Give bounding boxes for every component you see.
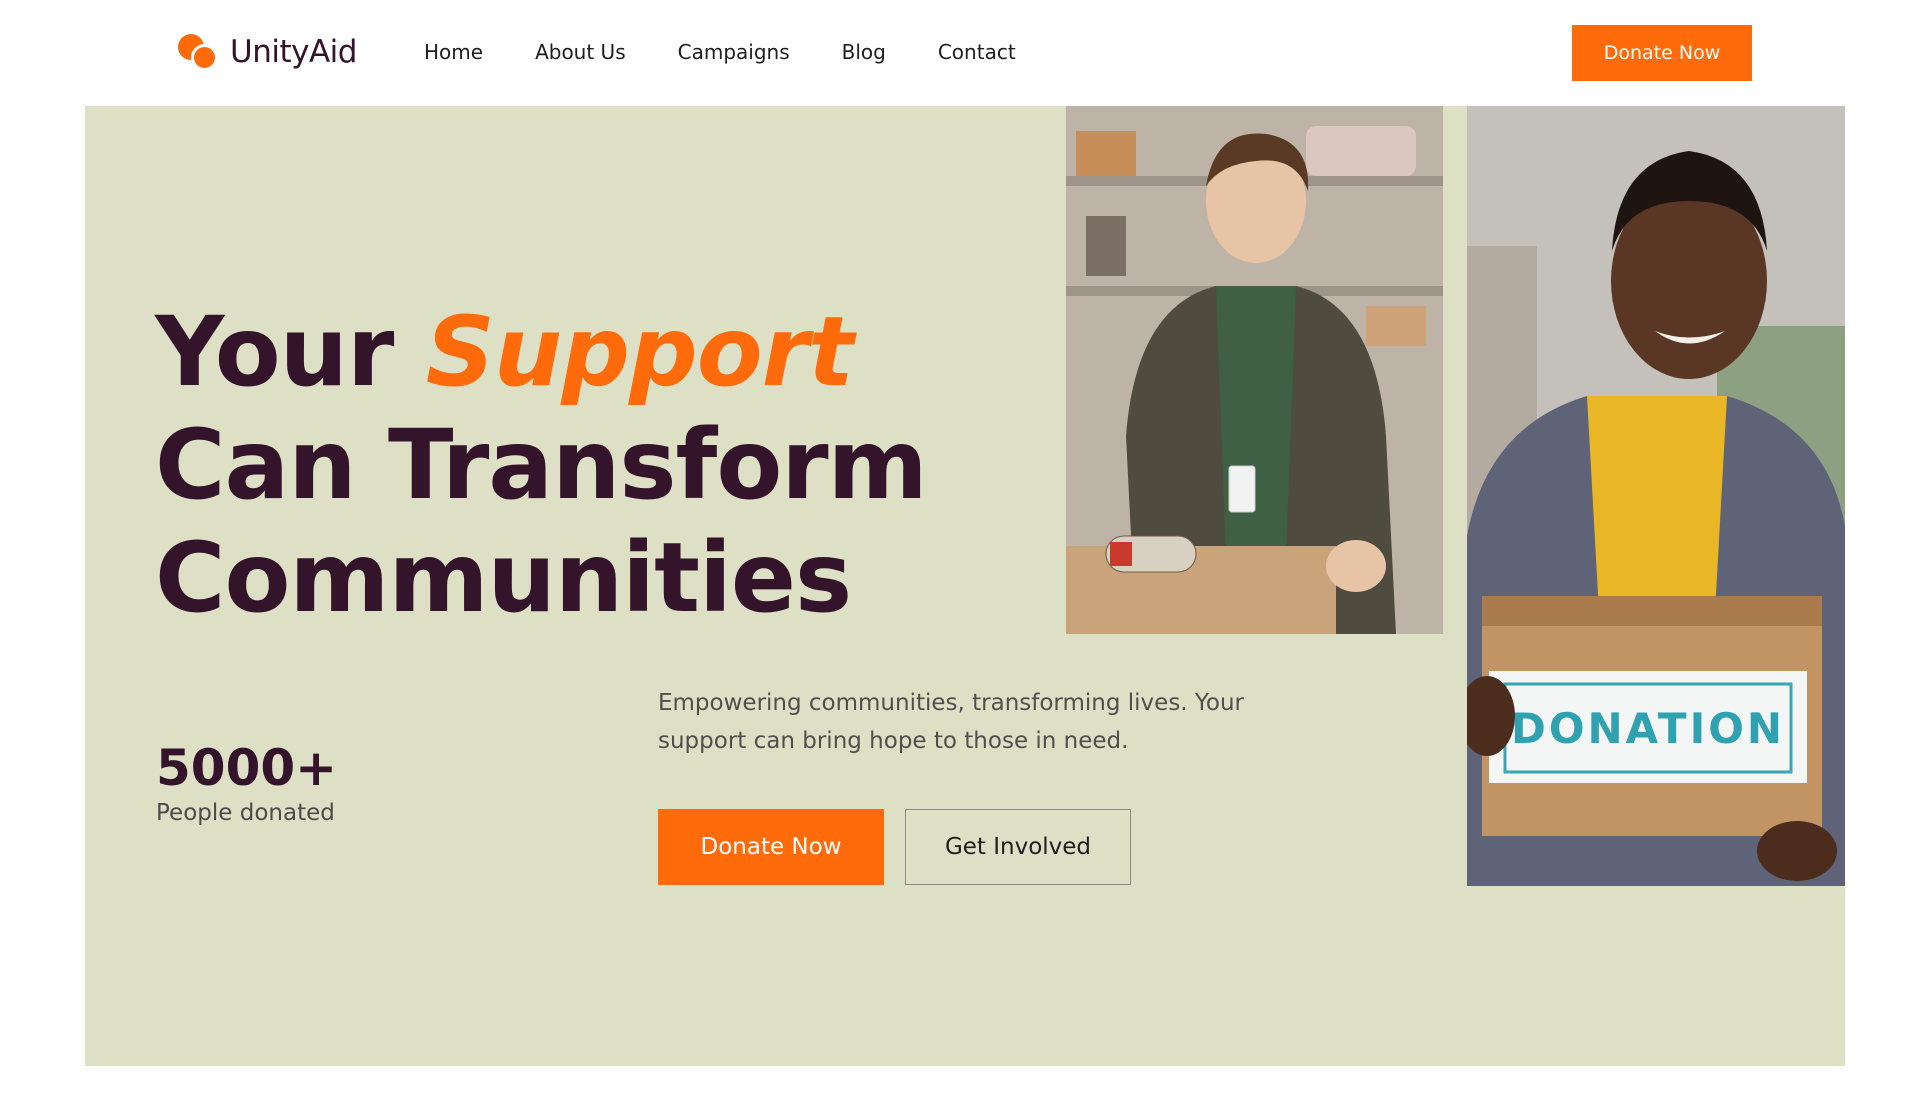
headline-word: Your	[155, 296, 394, 408]
nav-home[interactable]: Home	[424, 40, 483, 64]
headline-accent: Support	[425, 296, 854, 408]
hero-headline: Your Support Can Transform Communities	[155, 296, 928, 635]
nav-campaigns[interactable]: Campaigns	[678, 40, 790, 64]
volunteer-photo	[1066, 106, 1443, 634]
box-label: DONATION	[1511, 704, 1785, 753]
nav-blog[interactable]: Blog	[842, 40, 886, 64]
header-donate-button[interactable]: Donate Now	[1572, 25, 1752, 81]
stat-value: 5000+	[156, 739, 338, 797]
site-header: UnityAid Home About Us Campaigns Blog Co…	[0, 0, 1920, 106]
get-involved-button[interactable]: Get Involved	[905, 809, 1131, 885]
hero-section: Your Support Can Transform Communities 5…	[85, 106, 1845, 1066]
stat-label: People donated	[156, 800, 335, 826]
nav-about-us[interactable]: About Us	[535, 40, 626, 64]
logo-icon	[178, 32, 218, 72]
donation-box-photo: DONATION	[1467, 106, 1845, 886]
main-nav: Home About Us Campaigns Blog Contact	[424, 40, 1068, 64]
nav-contact[interactable]: Contact	[938, 40, 1016, 64]
headline-line-3: Communities	[155, 522, 852, 634]
logo[interactable]: UnityAid	[178, 32, 357, 72]
donate-now-button[interactable]: Donate Now	[658, 809, 884, 885]
brand-name: UnityAid	[230, 34, 357, 70]
donor-stat: 5000+ People donated	[156, 738, 337, 826]
headline-line-2: Can Transform	[155, 409, 928, 521]
hero-description: Empowering communities, transforming liv…	[658, 690, 1245, 754]
